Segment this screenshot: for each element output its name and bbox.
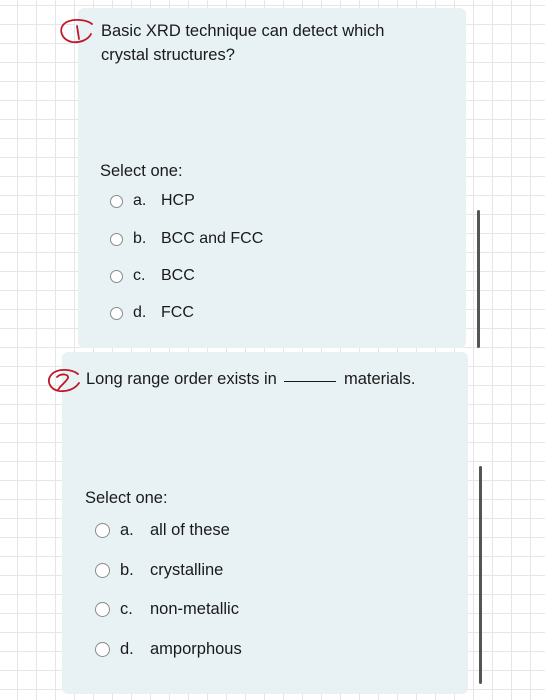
option-letter: c. <box>120 599 133 618</box>
question-1-text: Basic XRD technique can detect which cry… <box>101 22 385 64</box>
q2-option-d[interactable]: d. amporphous <box>95 637 242 661</box>
radio-button[interactable] <box>95 522 110 538</box>
question-2-select-one-label: Select one: <box>85 489 168 507</box>
option-label: HCP <box>161 192 195 209</box>
option-label: FCC <box>161 304 194 321</box>
handwritten-number-1-mark <box>60 18 93 44</box>
radio-button[interactable] <box>110 306 123 320</box>
question-2-text: Long range order exists in materials. <box>86 367 456 391</box>
option-label: crystalline <box>150 560 224 579</box>
radio-button[interactable] <box>110 269 123 283</box>
option-letter: d. <box>133 304 147 321</box>
q1-option-b[interactable]: b. BCC and FCC <box>110 227 263 251</box>
q2-option-a[interactable]: a. all of these <box>95 518 230 542</box>
fill-in-blank-line <box>284 381 337 382</box>
q1-option-a[interactable]: a. HCP <box>110 189 195 213</box>
option-label: BCC and FCC <box>161 230 264 247</box>
radio-button[interactable] <box>110 194 123 208</box>
option-letter: d. <box>120 639 134 658</box>
q1-option-d[interactable]: d. FCC <box>110 301 194 325</box>
question-1-scrollbar[interactable] <box>477 210 480 348</box>
option-letter: a. <box>120 520 134 539</box>
q1-option-c[interactable]: c. BCC <box>110 264 195 288</box>
question-1-select-one-label: Select one: <box>100 162 183 180</box>
handwritten-number-2-mark <box>48 368 80 393</box>
option-letter: c. <box>133 267 146 284</box>
option-label: BCC <box>161 267 195 284</box>
question-2-text-before-blank: Long range order exists in <box>86 370 277 388</box>
option-label: non-metallic <box>150 599 239 618</box>
radio-button[interactable] <box>110 232 123 246</box>
radio-button[interactable] <box>95 641 110 657</box>
q2-option-b[interactable]: b. crystalline <box>95 558 223 582</box>
option-label: all of these <box>150 520 230 539</box>
q2-option-c[interactable]: c. non-metallic <box>95 597 239 621</box>
option-letter: b. <box>133 230 147 247</box>
question-2-scrollbar[interactable] <box>479 466 482 684</box>
option-letter: a. <box>133 192 147 209</box>
radio-button[interactable] <box>95 562 110 578</box>
option-label: amporphous <box>150 639 242 658</box>
question-2-text-after-blank: materials. <box>343 370 416 388</box>
radio-button[interactable] <box>95 601 110 617</box>
option-letter: b. <box>120 560 134 579</box>
